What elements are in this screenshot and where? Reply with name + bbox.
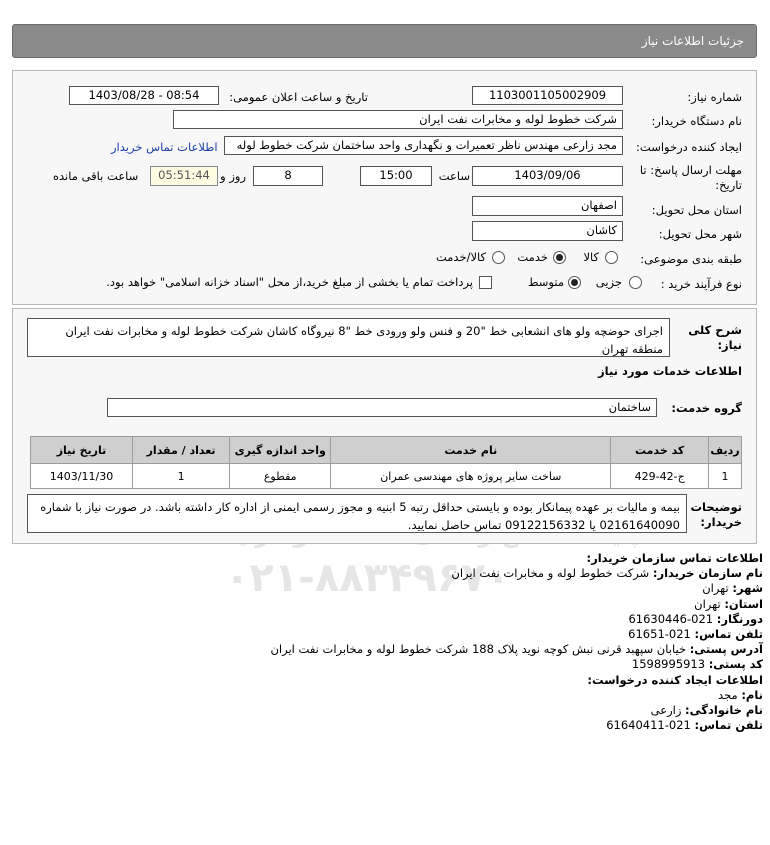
process-partial-label: جزیی <box>595 275 622 289</box>
days-field: 8 <box>253 166 323 186</box>
cell-row: 1 <box>708 463 742 489</box>
creator-phone-row: تلفن تماس: 021-61640411 <box>606 718 763 733</box>
remaining-time-field: 05:51:44 <box>150 166 218 186</box>
need-number-field: 1103001105002909 <box>472 86 623 105</box>
deadline-date-field: 1403/09/06 <box>472 166 623 186</box>
cell-name: ساخت سایر پروژه های مهندسی عمران <box>330 463 612 489</box>
services-section-title: اطلاعات خدمات مورد نیاز <box>598 364 742 378</box>
deadline-time-field: 15:00 <box>360 166 432 186</box>
col-qty-header: تعداد / مقدار <box>131 436 231 464</box>
deadline-time-label: ساعت <box>438 169 470 183</box>
contact-title: اطلاعات تماس سازمان خریدار: <box>586 551 763 565</box>
category-service-label: خدمت <box>517 250 548 264</box>
need-info-panel <box>12 70 757 305</box>
col-date-header: تاریخ نیاز <box>30 436 133 464</box>
description-box: اجرای حوضچه ولو های انشعابی خط "20 و فنس… <box>27 318 670 357</box>
category-goods-label: کالا <box>583 250 599 264</box>
contact-province-row: استان: تهران <box>694 596 763 611</box>
need-number-label: شماره نیاز: <box>687 90 742 104</box>
city-field: کاشان <box>472 221 623 241</box>
contact-info-link[interactable]: اطلاعات تماس خریدار <box>111 140 218 154</box>
category-goods-service-radio[interactable] <box>492 251 505 264</box>
process-medium-label: متوسط <box>527 275 564 289</box>
category-goods-service-label: کالا/خدمت <box>435 250 486 264</box>
days-label: روز و <box>220 169 246 183</box>
creator-info-title: اطلاعات ایجاد کننده درخواست: <box>587 672 763 687</box>
category-service-radio[interactable] <box>553 251 566 264</box>
col-code-header: کد خدمت <box>610 436 710 464</box>
col-row-header: ردیف <box>708 436 742 464</box>
treasury-payment-note: پرداخت تمام یا بخشی از مبلغ خرید،از محل … <box>106 275 473 289</box>
contact-city-row: شهر: تهران <box>702 581 763 596</box>
cell-code: ج-42-429 <box>610 463 710 489</box>
contact-section: اطلاعات تماس سازمان خریدار: نام سازمان خ… <box>13 551 763 733</box>
process-label: نوع فرآیند خرید : <box>660 277 742 291</box>
creator-name-row: نام: مجد <box>718 687 763 702</box>
col-name-header: نام خدمت <box>330 436 612 464</box>
announce-label: تاریخ و ساعت اعلان عمومی: <box>229 90 368 104</box>
province-field: اصفهان <box>472 196 623 216</box>
process-medium-radio[interactable] <box>568 276 581 289</box>
service-group-field: ساختمان <box>107 398 657 417</box>
contact-address-row: آدرس پستی: خیابان سپهبد قرنی نبش کوچه نو… <box>270 642 763 657</box>
deadline-label-2: تاریخ: <box>715 178 742 192</box>
services-table: ردیف کد خدمت نام خدمت واحد اندازه گیری ت… <box>30 436 742 489</box>
page-header: جزئیات اطلاعات نیاز <box>12 24 757 58</box>
cell-date: 1403/11/30 <box>30 463 133 489</box>
buyer-org-label: نام دستگاه خریدار: <box>651 114 742 128</box>
contact-postal-row: کد پستی: 1598995913 <box>631 657 763 672</box>
category-goods-radio[interactable] <box>605 251 618 264</box>
table-header-row: ردیف کد خدمت نام خدمت واحد اندازه گیری ت… <box>30 436 742 464</box>
buyer-org-field: شرکت خطوط لوله و مخابرات نفت ایران <box>173 110 623 129</box>
announce-field: 1403/08/28 - 08:54 <box>69 86 219 105</box>
page-title: جزئیات اطلاعات نیاز <box>641 34 744 48</box>
buyer-notes-label: توضیحات خریدار: <box>690 500 743 529</box>
service-group-label: گروه خدمت: <box>671 401 742 415</box>
category-label: طبقه بندی موضوعی: <box>640 252 742 266</box>
creator-label: ایجاد کننده درخواست: <box>636 140 742 154</box>
creator-family-row: نام خانوادگی: زارعی <box>650 703 763 718</box>
cell-qty: 1 <box>131 463 231 489</box>
col-unit-header: واحد اندازه گیری <box>229 436 332 464</box>
creator-field: مجد زارعی مهندس ناظر تعمیرات و نگهداری و… <box>224 136 623 155</box>
table-row: 1 ج-42-429 ساخت سایر پروژه های مهندسی عم… <box>30 463 742 489</box>
treasury-payment-checkbox[interactable] <box>479 276 492 289</box>
contact-fax-row: دورنگار: 021-61630446 <box>628 611 763 626</box>
contact-org-row: نام سازمان خریدار: شرکت خطوط لوله و مخاب… <box>451 566 763 581</box>
contact-phone-row: تلفن تماس: 021-61651 <box>628 627 763 642</box>
province-label: استان محل تحویل: <box>651 203 742 217</box>
process-partial-radio[interactable] <box>629 276 642 289</box>
remaining-label: ساعت باقی مانده <box>53 169 139 183</box>
city-label: شهر محل تحویل: <box>658 227 742 241</box>
cell-unit: مقطوع <box>229 463 332 489</box>
deadline-label-1: مهلت ارسال پاسخ: تا <box>639 163 742 177</box>
buyer-notes-box: بیمه و مالیات بر عهده پیمانکار بوده و با… <box>27 494 687 533</box>
description-label: شرح کلی نیاز: <box>688 323 742 352</box>
